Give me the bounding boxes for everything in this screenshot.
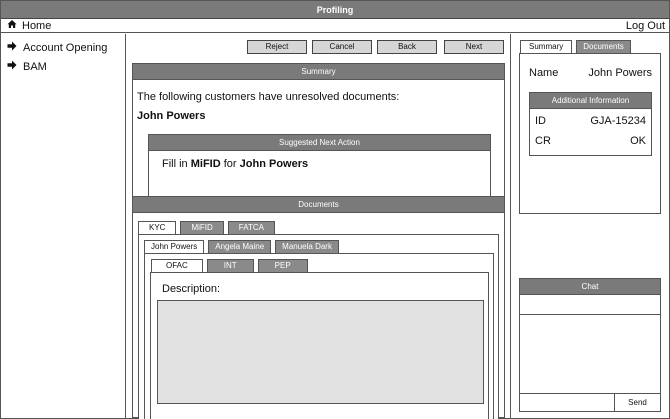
tab-john-powers[interactable]: John Powers xyxy=(144,240,205,254)
customer-tabs: John Powers Angela Maine Manuela Dark xyxy=(144,240,339,254)
check-content: Description: xyxy=(150,272,489,419)
description-label: Description: xyxy=(162,283,221,295)
tab-summary[interactable]: Summary xyxy=(520,40,573,54)
chat-message-field[interactable] xyxy=(520,394,614,411)
home-icon xyxy=(7,19,17,33)
left-sidebar: Account Opening BAM xyxy=(1,34,126,419)
tab-int[interactable]: INT xyxy=(206,259,254,273)
name-label: Name xyxy=(529,67,559,79)
logout-link[interactable]: Log Out xyxy=(626,19,665,33)
app-window: Profiling Home Log Out Account Opening B… xyxy=(0,0,670,419)
summary-text: The following customers have unresolved … xyxy=(137,91,400,103)
sidebar-item-label: Account Opening xyxy=(23,41,108,54)
sidebar-item-bam[interactable]: BAM xyxy=(1,57,125,76)
tab-angela-maine[interactable]: Angela Maine xyxy=(208,240,272,254)
chat-messages xyxy=(520,315,660,393)
check-tabs: OFAC INT PEP xyxy=(151,259,308,273)
next-button[interactable]: Next xyxy=(444,40,504,54)
description-textarea[interactable] xyxy=(157,300,484,404)
tab-documents[interactable]: Documents xyxy=(576,40,631,54)
cancel-button[interactable]: Cancel xyxy=(312,40,372,54)
tab-pep[interactable]: PEP xyxy=(257,259,308,273)
kyc-content: John Powers Angela Maine Manuela Dark OF… xyxy=(138,234,499,419)
right-panel: Summary Documents Name John Powers Addit… xyxy=(511,34,669,419)
window-title: Profiling xyxy=(1,1,669,19)
customer-content: OFAC INT PEP Description: xyxy=(144,253,494,419)
cr-label: CR xyxy=(535,135,551,147)
next-action-header: Suggested Next Action xyxy=(149,135,490,151)
tab-manuela-dark[interactable]: Manuela Dark xyxy=(275,240,339,254)
arrow-right-icon xyxy=(7,60,17,73)
tab-mifid[interactable]: MiFID xyxy=(180,221,224,235)
home-label: Home xyxy=(22,20,52,32)
send-button[interactable]: Send xyxy=(614,394,660,411)
cr-value: OK xyxy=(630,135,646,147)
main-content: Reject Cancel Back Next Summary The foll… xyxy=(126,34,511,419)
right-tabs: Summary Documents xyxy=(520,40,631,54)
customer-summary-box: Name John Powers Additional Information … xyxy=(519,53,661,214)
home-link[interactable]: Home xyxy=(7,19,51,33)
name-value: John Powers xyxy=(588,67,652,79)
chat-header: Chat xyxy=(520,279,660,295)
back-button[interactable]: Back xyxy=(377,40,437,54)
next-action-middle: for xyxy=(223,158,237,170)
documents-header: Documents xyxy=(133,197,504,213)
top-navbar: Home Log Out xyxy=(1,19,669,33)
summary-customer: John Powers xyxy=(137,110,206,122)
reject-button[interactable]: Reject xyxy=(247,40,307,54)
chat-compose-bar: Send xyxy=(520,393,660,411)
id-value: GJA-15234 xyxy=(590,115,646,127)
next-action-customer: John Powers xyxy=(239,158,309,170)
summary-header: Summary xyxy=(133,64,504,80)
next-action-doc: MiFID xyxy=(190,158,221,170)
sidebar-item-account-opening[interactable]: Account Opening xyxy=(1,38,125,57)
chat-input[interactable] xyxy=(520,295,660,315)
chat-panel: Chat Send xyxy=(519,278,661,412)
documents-panel: Documents KYC MiFID FATCA John Powers An… xyxy=(132,196,505,419)
additional-info-header: Additional Information xyxy=(530,93,651,109)
tab-fatca[interactable]: FATCA xyxy=(227,221,275,235)
id-label: ID xyxy=(535,115,546,127)
tab-ofac[interactable]: OFAC xyxy=(151,259,203,273)
tab-kyc[interactable]: KYC xyxy=(138,221,177,235)
next-action-prefix: Fill in xyxy=(162,158,188,170)
doc-tabs: KYC MiFID FATCA xyxy=(138,221,275,235)
sidebar-item-label: BAM xyxy=(23,60,47,73)
arrow-right-icon xyxy=(7,41,17,54)
additional-info-box: Additional Information ID GJA-15234 CR O… xyxy=(529,92,652,156)
next-action-text: Fill in MiFID for John Powers xyxy=(162,158,308,170)
